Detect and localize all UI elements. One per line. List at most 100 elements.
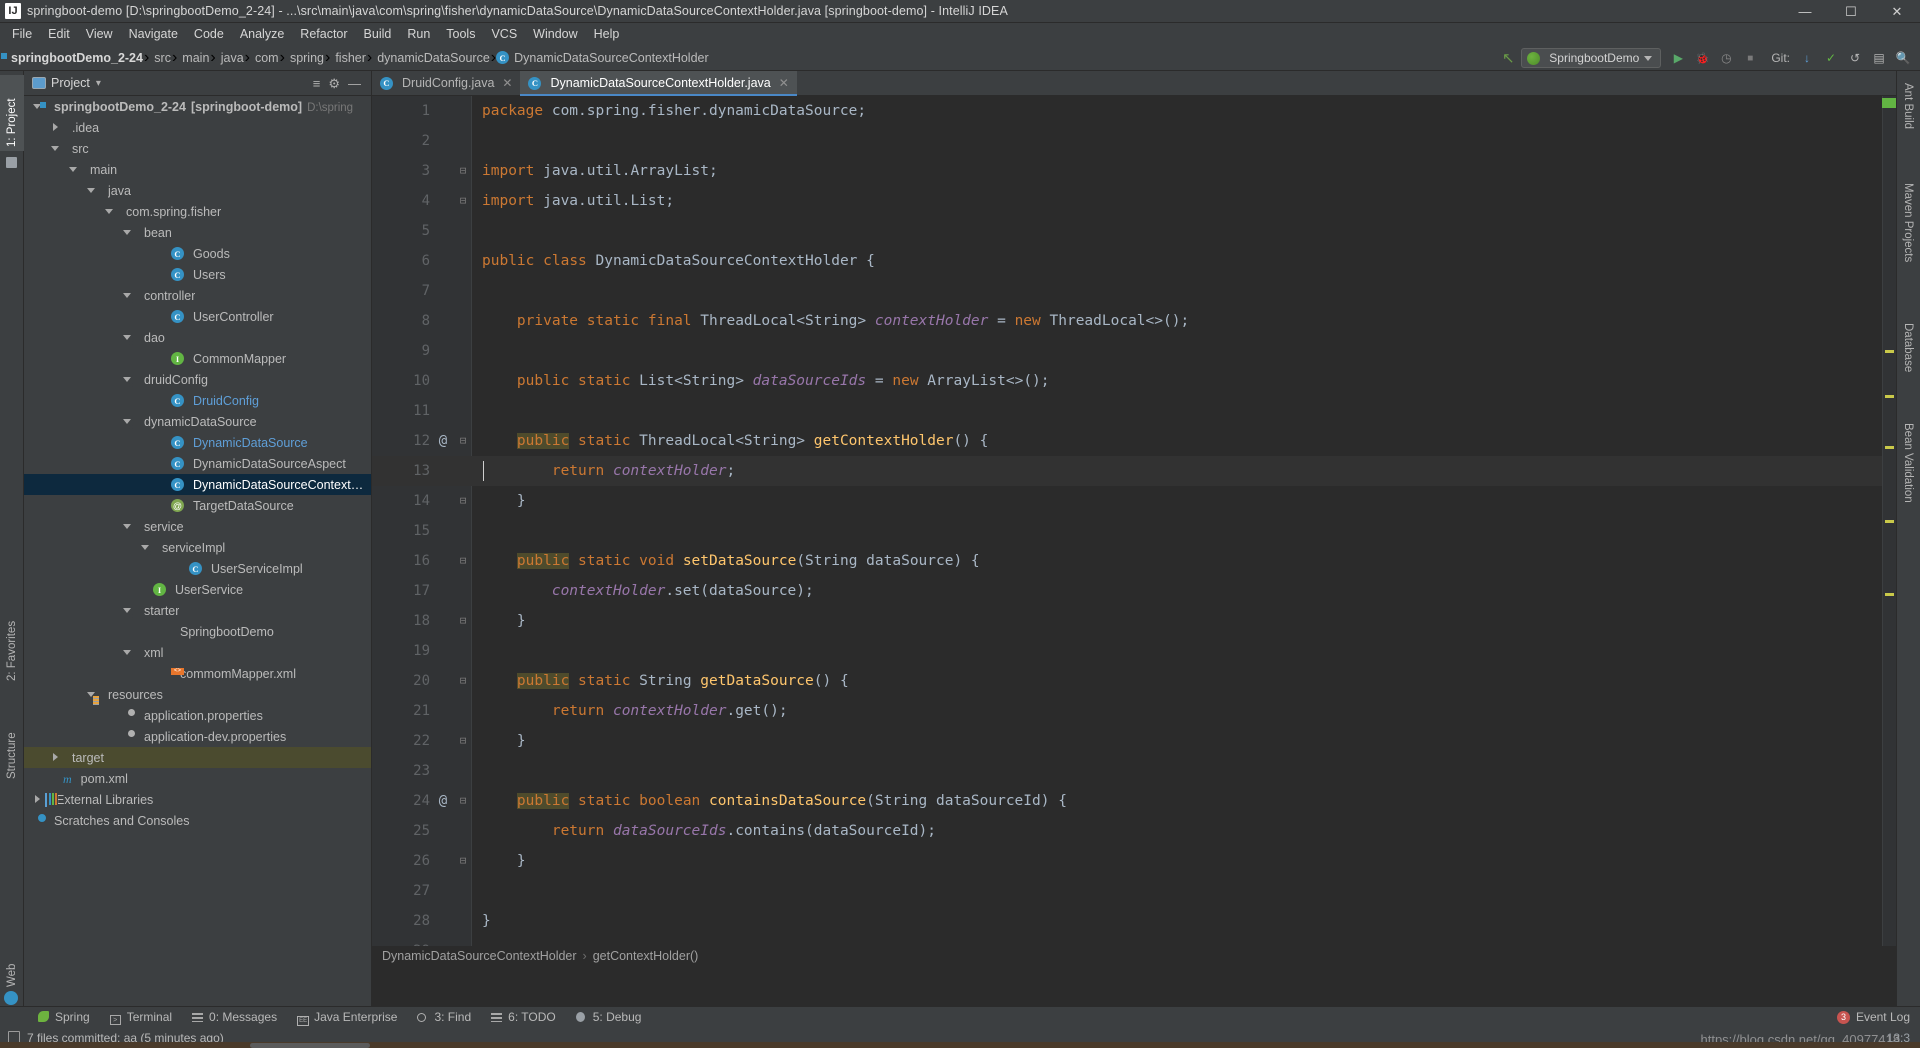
- tree-item-application-dev-properties[interactable]: application-dev.properties: [24, 726, 371, 747]
- gutter-annotation-icon[interactable]: @: [434, 426, 452, 456]
- code-line[interactable]: 25 return dataSourceIds.contains(dataSou…: [372, 816, 1896, 846]
- debug-button[interactable]: 🐞: [1691, 47, 1713, 69]
- chevron-right-icon[interactable]: [50, 752, 61, 763]
- tree-item-application-properties[interactable]: application.properties: [24, 705, 371, 726]
- fold-marker-icon[interactable]: ⊟: [456, 486, 470, 516]
- tree-item-druidconfig[interactable]: C DruidConfig: [24, 390, 371, 411]
- code-line[interactable]: 5: [372, 216, 1896, 246]
- editor-tab-dynamicdatasourcecontextholder-java[interactable]: C DynamicDataSourceContextHolder.java ✕: [520, 71, 798, 96]
- tree-item-userserviceimpl[interactable]: C UserServiceImpl: [24, 558, 371, 579]
- tool-window-button-5--debug[interactable]: 5: Debug: [566, 1010, 652, 1024]
- code-line[interactable]: 16 ⊟ public static void setDataSource(Str…: [372, 546, 1896, 576]
- tool-window-button-6--todo[interactable]: 6: TODO: [481, 1010, 566, 1024]
- tree-item-targetdatasource[interactable]: @ TargetDataSource: [24, 495, 371, 516]
- stop-button[interactable]: ■: [1739, 47, 1761, 69]
- breadcrumb-item-dynamicdatasourcecontextholder[interactable]: C DynamicDataSourceContextHolder: [496, 50, 710, 66]
- code-line[interactable]: 13 return contextHolder;: [372, 456, 1896, 486]
- editor-tab-druidconfig-java[interactable]: C DruidConfig.java ✕: [372, 71, 520, 95]
- fold-marker-icon[interactable]: ⊟: [456, 786, 470, 816]
- menu-item-refactor[interactable]: Refactor: [292, 25, 355, 43]
- code-line[interactable]: 26 ⊟ }: [372, 846, 1896, 876]
- menu-item-run[interactable]: Run: [399, 25, 438, 43]
- tree-item-commonmapper[interactable]: I CommonMapper: [24, 348, 371, 369]
- tree-item-serviceimpl[interactable]: serviceImpl: [24, 537, 371, 558]
- update-project-icon[interactable]: ↓: [1796, 47, 1818, 69]
- tool-window-button-0--messages[interactable]: 0: Messages: [182, 1010, 287, 1024]
- code-line[interactable]: 28}: [372, 906, 1896, 936]
- tree-item-scratches-and-consoles[interactable]: Scratches and Consoles: [24, 810, 371, 831]
- editor-breadcrumb-item[interactable]: getContextHolder(): [593, 949, 699, 963]
- tree-item-external-libraries[interactable]: External Libraries: [24, 789, 371, 810]
- collapse-all-icon[interactable]: ≡: [313, 77, 321, 90]
- code-line[interactable]: 6 public class DynamicDataSourceContextHo…: [372, 246, 1896, 276]
- fold-marker-icon[interactable]: ⊟: [456, 156, 470, 186]
- tool-window-button-terminal[interactable]: > Terminal: [100, 1010, 182, 1025]
- menu-item-tools[interactable]: Tools: [438, 25, 483, 43]
- back-arrow-icon[interactable]: ↖: [1497, 47, 1519, 69]
- commit-icon[interactable]: ✓: [1820, 47, 1842, 69]
- tree-item-dynamicdatasource[interactable]: dynamicDataSource: [24, 411, 371, 432]
- menu-item-file[interactable]: File: [4, 25, 40, 43]
- tree-item-resources[interactable]: resources: [24, 684, 371, 705]
- breadcrumb-item-springbootdemo-2-24[interactable]: springbootDemo_2-24: [6, 50, 144, 66]
- breadcrumb-item-java[interactable]: java: [216, 50, 245, 66]
- menu-item-analyze[interactable]: Analyze: [232, 25, 292, 43]
- inspection-status-indicator[interactable]: [1882, 98, 1896, 108]
- search-icon[interactable]: 🔍: [1892, 47, 1914, 69]
- editor-marker[interactable]: [1885, 593, 1894, 596]
- tree-item-pom-xml[interactable]: m pom.xml: [24, 768, 371, 789]
- code-content[interactable]: 1 package com.spring.fisher.dynamicDataSo…: [372, 96, 1896, 959]
- breadcrumb-item-fisher[interactable]: fisher: [330, 50, 367, 66]
- fold-marker-icon[interactable]: ⊟: [456, 606, 470, 636]
- code-line[interactable]: 19: [372, 636, 1896, 666]
- tree-item-dynamicdatasourceaspect[interactable]: C DynamicDataSourceAspect: [24, 453, 371, 474]
- open-file-icon[interactable]: ▤: [1868, 47, 1890, 69]
- sidebar-tab-web[interactable]: Web: [0, 951, 24, 991]
- tree-item-goods[interactable]: C Goods: [24, 243, 371, 264]
- editor-marker-bar[interactable]: [1882, 96, 1896, 946]
- breadcrumb-item-com[interactable]: com: [250, 50, 280, 66]
- tree-item-springbootdemo-2-24[interactable]: springbootDemo_2-24 [springboot-demo] D:\s…: [24, 96, 371, 117]
- run-with-coverage-button[interactable]: ◷: [1715, 47, 1737, 69]
- code-line[interactable]: 23: [372, 756, 1896, 786]
- close-icon[interactable]: ✕: [779, 76, 789, 90]
- menu-item-view[interactable]: View: [78, 25, 121, 43]
- menu-item-vcs[interactable]: VCS: [483, 25, 525, 43]
- tree-item-starter[interactable]: starter: [24, 600, 371, 621]
- tree-item-bean[interactable]: bean: [24, 222, 371, 243]
- code-line[interactable]: 4 ⊟ import java.util.List;: [372, 186, 1896, 216]
- code-line[interactable]: 24 @ ⊟ public static boolean containsDataS…: [372, 786, 1896, 816]
- sidebar-tab-structure[interactable]: Structure: [0, 711, 24, 783]
- breadcrumb-item-main[interactable]: main: [177, 50, 210, 66]
- menu-item-code[interactable]: Code: [186, 25, 232, 43]
- breadcrumb-item-src[interactable]: src: [149, 50, 172, 66]
- project-tree[interactable]: springbootDemo_2-24 [springboot-demo] D:\s…: [24, 96, 371, 1006]
- run-configuration-selector[interactable]: SpringbootDemo: [1521, 48, 1662, 68]
- fold-marker-icon[interactable]: ⊟: [456, 426, 470, 456]
- code-line[interactable]: 10 public static List<String> dataSource…: [372, 366, 1896, 396]
- code-line[interactable]: 18 ⊟ }: [372, 606, 1896, 636]
- code-line[interactable]: 1 package com.spring.fisher.dynamicDataSo…: [372, 96, 1896, 126]
- sidebar-tab-database[interactable]: Database: [1896, 319, 1920, 389]
- code-line[interactable]: 11: [372, 396, 1896, 426]
- code-line[interactable]: 15: [372, 516, 1896, 546]
- code-line[interactable]: 21 return contextHolder.get();: [372, 696, 1896, 726]
- menu-item-window[interactable]: Window: [525, 25, 585, 43]
- breadcrumb-item-dynamicdatasource[interactable]: dynamicDataSource: [372, 50, 491, 66]
- code-line[interactable]: 2: [372, 126, 1896, 156]
- chevron-right-icon[interactable]: [32, 794, 43, 805]
- tree-item-xml[interactable]: xml: [24, 642, 371, 663]
- event-log-area[interactable]: 3 Event Log: [1836, 1010, 1920, 1024]
- menu-item-navigate[interactable]: Navigate: [121, 25, 186, 43]
- code-line[interactable]: 14 ⊟ }: [372, 486, 1896, 516]
- fold-marker-icon[interactable]: ⊟: [456, 666, 470, 696]
- sidebar-tab-ant-build[interactable]: Ant Build: [1896, 79, 1920, 147]
- code-line[interactable]: 17 contextHolder.set(dataSource);: [372, 576, 1896, 606]
- tree-item-com-spring-fisher[interactable]: com.spring.fisher: [24, 201, 371, 222]
- code-line[interactable]: 22 ⊟ }: [372, 726, 1896, 756]
- tree-item-druidconfig[interactable]: druidConfig: [24, 369, 371, 390]
- menu-item-help[interactable]: Help: [586, 25, 628, 43]
- tree-item-dynamicdatasourcecontextholder[interactable]: C DynamicDataSourceContextHolder: [24, 474, 371, 495]
- run-button[interactable]: ▶: [1667, 47, 1689, 69]
- editor-marker[interactable]: [1885, 520, 1894, 523]
